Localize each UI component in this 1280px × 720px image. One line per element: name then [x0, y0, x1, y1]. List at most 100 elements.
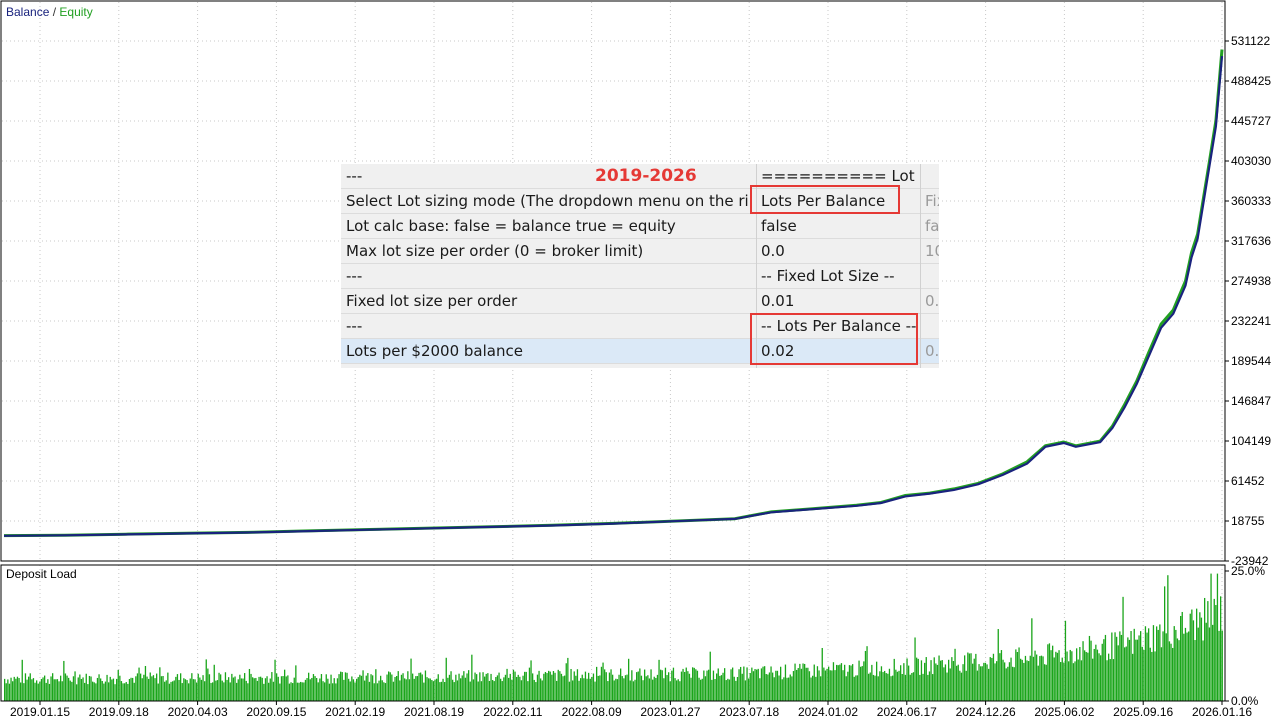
deposit-bar [244, 673, 246, 701]
deposit-bar [418, 672, 420, 701]
deposit-bar [836, 664, 838, 701]
deposit-bar [500, 678, 502, 701]
param-value[interactable]: false [761, 214, 921, 238]
deposit-bar [719, 675, 721, 701]
deposit-bar [380, 675, 382, 701]
deposit-bar [69, 680, 71, 701]
y-tick-label: 61452 [1231, 474, 1265, 488]
deposit-bar [799, 663, 801, 701]
param-value[interactable]: 0.01 [761, 289, 921, 313]
deposit-bar [324, 682, 326, 701]
deposit-bar [863, 661, 865, 701]
deposit-bar [432, 681, 435, 701]
deposit-bar [256, 680, 259, 701]
deposit-bar [311, 677, 313, 701]
param-extra: Fix [925, 192, 939, 210]
deposit-bar [71, 681, 73, 701]
deposit-bar [277, 676, 279, 701]
deposit-bar [128, 678, 131, 701]
deposit-bar [951, 657, 953, 701]
deposit-bar [271, 672, 273, 701]
deposit-bar [229, 682, 231, 701]
deposit-bar [1048, 643, 1051, 701]
deposit-bar [1096, 649, 1099, 701]
deposit-bar [34, 682, 36, 701]
table-row: --- -- Lots Per Balance -- [341, 314, 939, 339]
deposit-bar [972, 663, 974, 701]
param-extra: 0. [925, 342, 939, 360]
deposit-bar [224, 672, 227, 701]
deposit-bar [15, 678, 17, 701]
table-row[interactable]: Lots per $2000 balance 0.02 0. [341, 339, 939, 364]
deposit-bar [325, 674, 327, 701]
deposit-bar [511, 679, 513, 701]
deposit-bar [807, 667, 809, 701]
deposit-bar [624, 675, 627, 701]
deposit-bar [1104, 634, 1107, 701]
x-axis-ticks: 2019.01.15 2019.09.18 2020.04.03 2020.09.15… [10, 701, 1252, 719]
deposit-bar [119, 675, 121, 701]
deposit-bar [818, 670, 820, 701]
legend-separator: / [53, 5, 60, 19]
deposit-bar [391, 674, 393, 701]
deposit-bar [1087, 652, 1089, 701]
deposit-bar [253, 678, 255, 701]
deposit-bar [1132, 653, 1134, 701]
deposit-bar [959, 670, 961, 701]
deposit-bar [468, 670, 470, 701]
deposit-bar [506, 668, 508, 701]
deposit-bar [791, 676, 793, 701]
deposit-bar [768, 672, 771, 701]
deposit-bar [26, 679, 28, 701]
y-tick-label: 360333 [1231, 194, 1271, 208]
x-tick-label: 2020.09.15 [246, 705, 306, 719]
deposit-bar [608, 672, 611, 701]
deposit-bar [620, 668, 622, 701]
deposit-bar [663, 678, 665, 701]
deposit-bar [815, 676, 817, 701]
deposit-bar [1071, 651, 1073, 701]
deposit-bar [1024, 655, 1027, 701]
param-value[interactable]: -- Lots Per Balance -- [761, 314, 921, 338]
deposit-bar [319, 678, 321, 701]
deposit-bar [220, 674, 222, 701]
deposit-bar [44, 675, 46, 701]
y-tick-label: 445727 [1231, 114, 1271, 128]
deposit-bar [200, 679, 203, 701]
deposit-bar [1092, 658, 1094, 701]
deposit-bar [1119, 631, 1121, 701]
deposit-bar [125, 682, 127, 701]
deposit-bar [383, 682, 385, 701]
deposit-bar [376, 683, 379, 701]
deposit-bar [877, 676, 879, 701]
deposit-bar [240, 678, 243, 701]
deposit-bar [1141, 646, 1143, 701]
deposit-bar [165, 680, 167, 701]
deposit-bar [149, 672, 151, 701]
deposit-bar [152, 675, 155, 701]
deposit-bar [604, 669, 606, 701]
deposit-tick-label: 25.0% [1231, 564, 1265, 578]
deposit-bar [1144, 626, 1147, 701]
deposit-bar [388, 671, 390, 701]
deposit-bar [1128, 639, 1131, 701]
deposit-bar [397, 671, 399, 701]
deposit-bar [652, 679, 654, 701]
y-tick-label: 189544 [1231, 354, 1271, 368]
deposit-bar [327, 678, 329, 701]
deposit-bar [80, 678, 83, 701]
deposit-bar [821, 647, 823, 701]
param-value[interactable]: 0.02 [761, 339, 921, 363]
deposit-bar [1124, 647, 1126, 701]
param-value[interactable]: 0.0 [761, 239, 921, 263]
param-value[interactable]: ========== Lot Size = [761, 164, 921, 188]
deposit-bar [480, 681, 483, 701]
deposit-bar [309, 679, 311, 701]
deposit-bar [760, 668, 763, 701]
deposit-bar [66, 675, 68, 701]
deposit-bar [223, 682, 225, 701]
param-value[interactable]: -- Fixed Lot Size -- [761, 264, 921, 288]
param-value[interactable]: Lots Per Balance [761, 189, 921, 213]
deposit-bar [1063, 662, 1065, 701]
deposit-bar [842, 670, 844, 701]
